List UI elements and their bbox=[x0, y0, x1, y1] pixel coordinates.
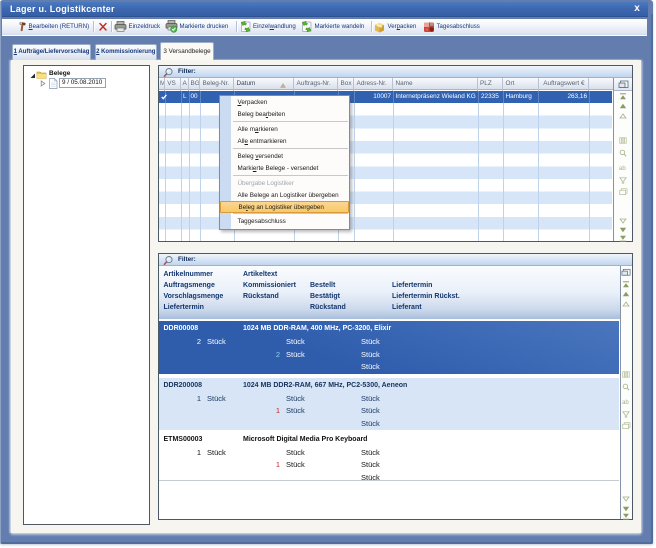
svg-text:ab: ab bbox=[622, 400, 629, 405]
svg-text:ab: ab bbox=[619, 166, 626, 171]
